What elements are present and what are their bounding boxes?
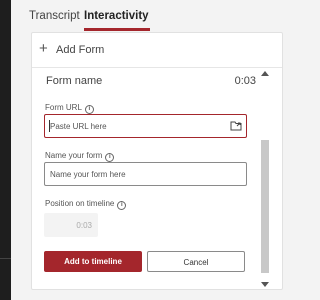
form-name-label: Name your form i [45,151,115,162]
form-time: 0:03 [234,75,256,87]
form-url-input[interactable]: Paste URL here [44,114,247,138]
add-form-button[interactable]: + Add Form [32,33,282,68]
form-url-label-text: Form URL [45,103,82,112]
scroll-up-arrow-icon[interactable] [261,71,269,76]
rail-divider [0,258,11,259]
open-folder-icon[interactable] [230,120,242,131]
position-label-text: Position on timeline [45,199,115,208]
add-form-label: Add Form [56,44,105,56]
form-header: Form name 0:03 [46,75,256,91]
form-name-input[interactable]: Name your form here [44,162,247,186]
active-tab-indicator [84,28,150,31]
form-url-label: Form URL i [45,103,94,114]
scroll-down-arrow-icon[interactable] [261,282,269,287]
position-label: Position on timeline i [45,199,127,210]
interactivity-panel: Transcript Interactivity + Add Form Form… [11,0,283,300]
form-name-placeholder: Name your form here [50,170,126,179]
cancel-button[interactable]: Cancel [147,251,245,272]
vertical-scrollbar[interactable] [260,67,270,289]
position-input: 0:03 [44,213,98,237]
tab-transcript[interactable]: Transcript [29,10,80,22]
plus-icon: + [39,40,48,57]
form-name-label-text: Name your form [45,151,103,160]
left-rail [0,0,11,300]
info-icon[interactable]: i [105,153,115,162]
form-card: + Add Form Form name 0:03 Form URL i Past… [31,32,283,290]
scroll-thumb[interactable] [261,140,269,273]
position-value: 0:03 [76,221,92,230]
form-url-placeholder: Paste URL here [50,122,107,131]
info-icon[interactable]: i [117,201,127,210]
form-name-heading: Form name [46,75,103,87]
add-to-timeline-button[interactable]: Add to timeline [44,251,142,272]
tab-bar: Transcript Interactivity [11,0,281,31]
info-icon[interactable]: i [84,105,94,114]
tab-interactivity[interactable]: Interactivity [84,10,149,22]
